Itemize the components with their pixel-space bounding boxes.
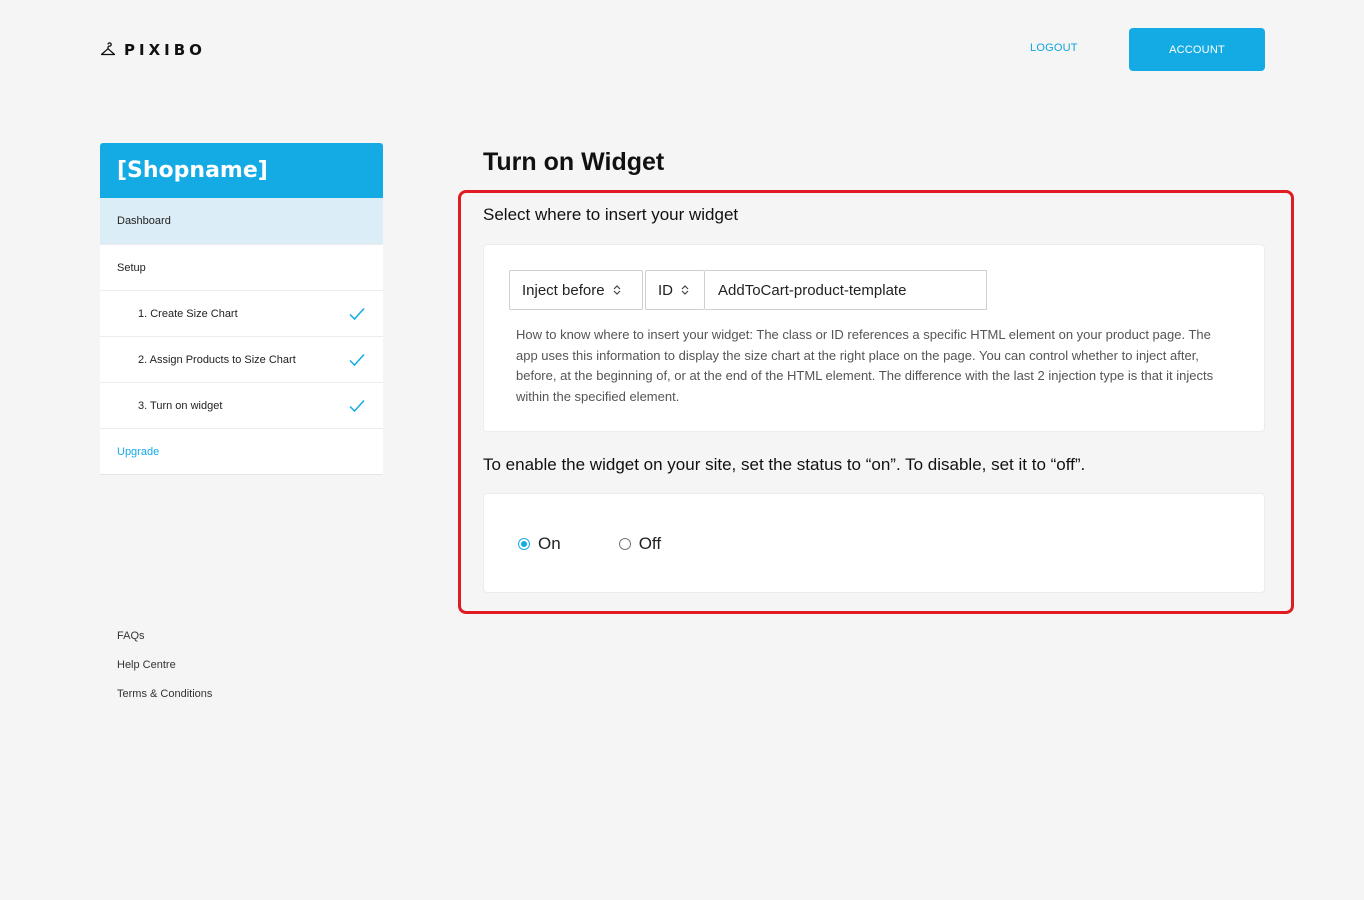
selector-type-select[interactable]: ID <box>645 270 705 310</box>
hanger-icon <box>100 42 116 56</box>
sidebar-item-label: 3. Turn on widget <box>138 399 223 412</box>
status-off-label: Off <box>638 534 662 553</box>
sidebar-item-label: 1. Create Size Chart <box>138 307 238 320</box>
radio-checked-icon[interactable] <box>518 538 530 550</box>
checkmark-icon <box>349 399 365 412</box>
sidebar-item-turn-on-widget[interactable]: 3. Turn on widget <box>100 383 383 429</box>
logout-link[interactable]: LOGOUT <box>1030 42 1078 54</box>
sidebar-item-upgrade[interactable]: Upgrade <box>100 429 383 475</box>
sidebar-item-setup[interactable]: Setup <box>100 245 383 291</box>
sidebar-item-label: Upgrade <box>117 445 160 458</box>
sidebar: [Shopname] Dashboard Setup 1. Create Siz… <box>100 143 383 475</box>
footer-links: FAQs Help Centre Terms & Conditions <box>117 630 212 717</box>
selector-value-input[interactable] <box>705 270 987 310</box>
shop-name: [Shopname] <box>100 143 383 198</box>
help-centre-link[interactable]: Help Centre <box>117 659 212 672</box>
radio-unchecked-icon[interactable] <box>618 538 631 550</box>
status-on-label: On <box>538 534 561 553</box>
status-on-option[interactable]: On <box>518 534 561 554</box>
position-select-value: Inject before <box>522 281 605 299</box>
selector-type-value: ID <box>658 281 673 299</box>
sidebar-item-label: Dashboard <box>117 215 171 227</box>
sidebar-item-label: Setup <box>117 261 146 274</box>
faqs-link[interactable]: FAQs <box>117 630 212 643</box>
status-section-label: To enable the widget on your site, set t… <box>483 455 1086 474</box>
sidebar-item-label: 2. Assign Products to Size Chart <box>138 353 296 366</box>
sidebar-item-dashboard[interactable]: Dashboard <box>100 198 383 245</box>
brand-logo[interactable]: PIXIBO <box>100 40 206 60</box>
position-select[interactable]: Inject before <box>509 270 643 310</box>
updown-arrow-icon <box>613 285 620 295</box>
sidebar-item-assign-products[interactable]: 2. Assign Products to Size Chart <box>100 337 383 383</box>
page-title: Turn on Widget <box>483 148 665 176</box>
insert-section-label: Select where to insert your widget <box>483 205 739 224</box>
status-radio-group: On Off <box>518 534 719 554</box>
status-off-option[interactable]: Off <box>618 534 662 554</box>
status-card: On Off <box>483 493 1265 593</box>
sidebar-item-create-size-chart[interactable]: 1. Create Size Chart <box>100 291 383 337</box>
insert-help-text: How to know where to insert your widget:… <box>516 327 1214 404</box>
insert-settings-card: Inject before ID How to know where to in… <box>483 244 1265 432</box>
page: PIXIBO LOGOUT ACCOUNT [Shopname] Dashboa… <box>0 0 1364 900</box>
brand-name: PIXIBO <box>124 41 206 59</box>
updown-arrow-icon <box>681 285 689 295</box>
account-button[interactable]: ACCOUNT <box>1129 28 1265 71</box>
insert-controls: Inject before ID <box>509 270 987 310</box>
terms-link[interactable]: Terms & Conditions <box>117 688 212 701</box>
checkmark-icon <box>349 353 365 366</box>
checkmark-icon <box>349 307 365 320</box>
